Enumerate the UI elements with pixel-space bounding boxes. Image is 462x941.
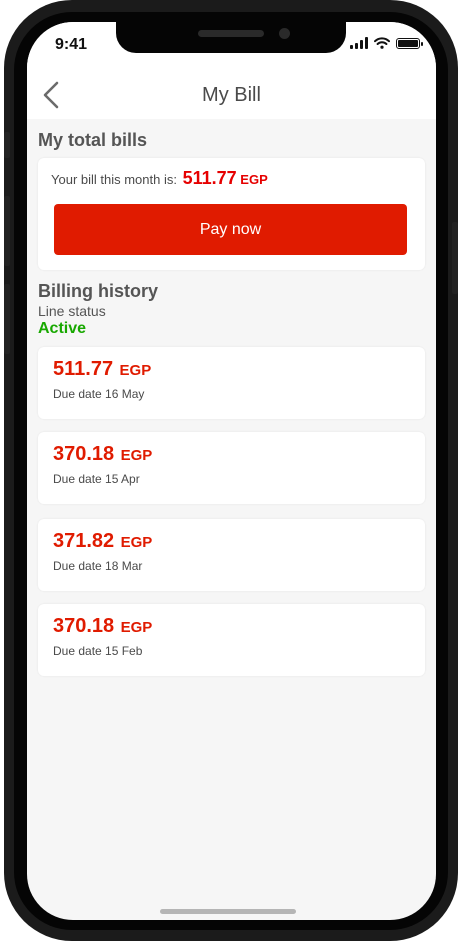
line-status-value: Active xyxy=(38,320,87,337)
battery-icon xyxy=(396,37,423,49)
app-header: My Bill xyxy=(27,70,436,119)
bill-amount-value: 371.82 xyxy=(53,530,115,552)
bill-history-item[interactable]: 511.77 EGP Due date 16 May xyxy=(38,347,425,419)
screen: 9:41 My Bill My total bills Your bill th… xyxy=(27,22,436,920)
bill-text: Your bill this month is: xyxy=(51,172,177,187)
monthly-bill-summary: Your bill this month is: 511.77 EGP xyxy=(51,168,268,189)
monthly-bill-amount: 511.77 xyxy=(182,168,237,188)
bill-amount-value: 511.77 xyxy=(53,358,114,380)
bill-amount-currency: EGP xyxy=(120,534,153,551)
status-icons xyxy=(350,37,423,49)
due-date: Due date 15 Apr xyxy=(53,472,140,486)
bill-amount-currency: EGP xyxy=(120,447,153,464)
silent-switch xyxy=(4,132,10,158)
line-status-label: Line status xyxy=(38,303,106,319)
status-bar: 9:41 xyxy=(27,22,436,70)
bill-amount-value: 370.18 xyxy=(53,443,115,465)
bill-history-item[interactable]: 371.82 EGP Due date 18 Mar xyxy=(38,519,425,591)
bill-amount: 371.82 EGP xyxy=(53,530,152,553)
bill-amount-currency: EGP xyxy=(120,619,153,636)
total-bills-title: My total bills xyxy=(38,130,148,150)
home-indicator[interactable] xyxy=(160,909,296,914)
bill-amount: 370.18 EGP xyxy=(53,615,152,638)
billing-history-title: Billing history xyxy=(38,281,159,301)
cellular-signal-icon xyxy=(350,37,368,49)
pay-now-button[interactable]: Pay now xyxy=(54,204,407,255)
due-date: Due date 18 Mar xyxy=(53,559,143,573)
monthly-bill-currency: EGP xyxy=(240,172,268,187)
speaker xyxy=(198,30,264,37)
bill-history-item[interactable]: 370.18 EGP Due date 15 Apr xyxy=(38,432,425,504)
bill-amount: 511.77 EGP xyxy=(53,358,151,381)
bill-amount-value: 370.18 xyxy=(53,615,115,637)
due-date: Due date 15 Feb xyxy=(53,644,143,658)
total-bill-card: Your bill this month is: 511.77 EGP Pay … xyxy=(38,158,425,270)
bill-history-item[interactable]: 370.18 EGP Due date 15 Feb xyxy=(38,604,425,676)
notch xyxy=(116,22,346,53)
status-time: 9:41 xyxy=(55,36,88,53)
front-camera xyxy=(279,28,290,39)
page-title: My Bill xyxy=(202,84,261,106)
wifi-icon xyxy=(374,37,390,49)
volume-down-button xyxy=(4,284,10,354)
bill-amount-currency: EGP xyxy=(119,362,152,379)
power-button xyxy=(452,222,458,294)
due-date: Due date 16 May xyxy=(53,387,145,401)
bill-amount: 370.18 EGP xyxy=(53,443,152,466)
battery-fill xyxy=(398,39,418,47)
volume-up-button xyxy=(4,196,10,266)
